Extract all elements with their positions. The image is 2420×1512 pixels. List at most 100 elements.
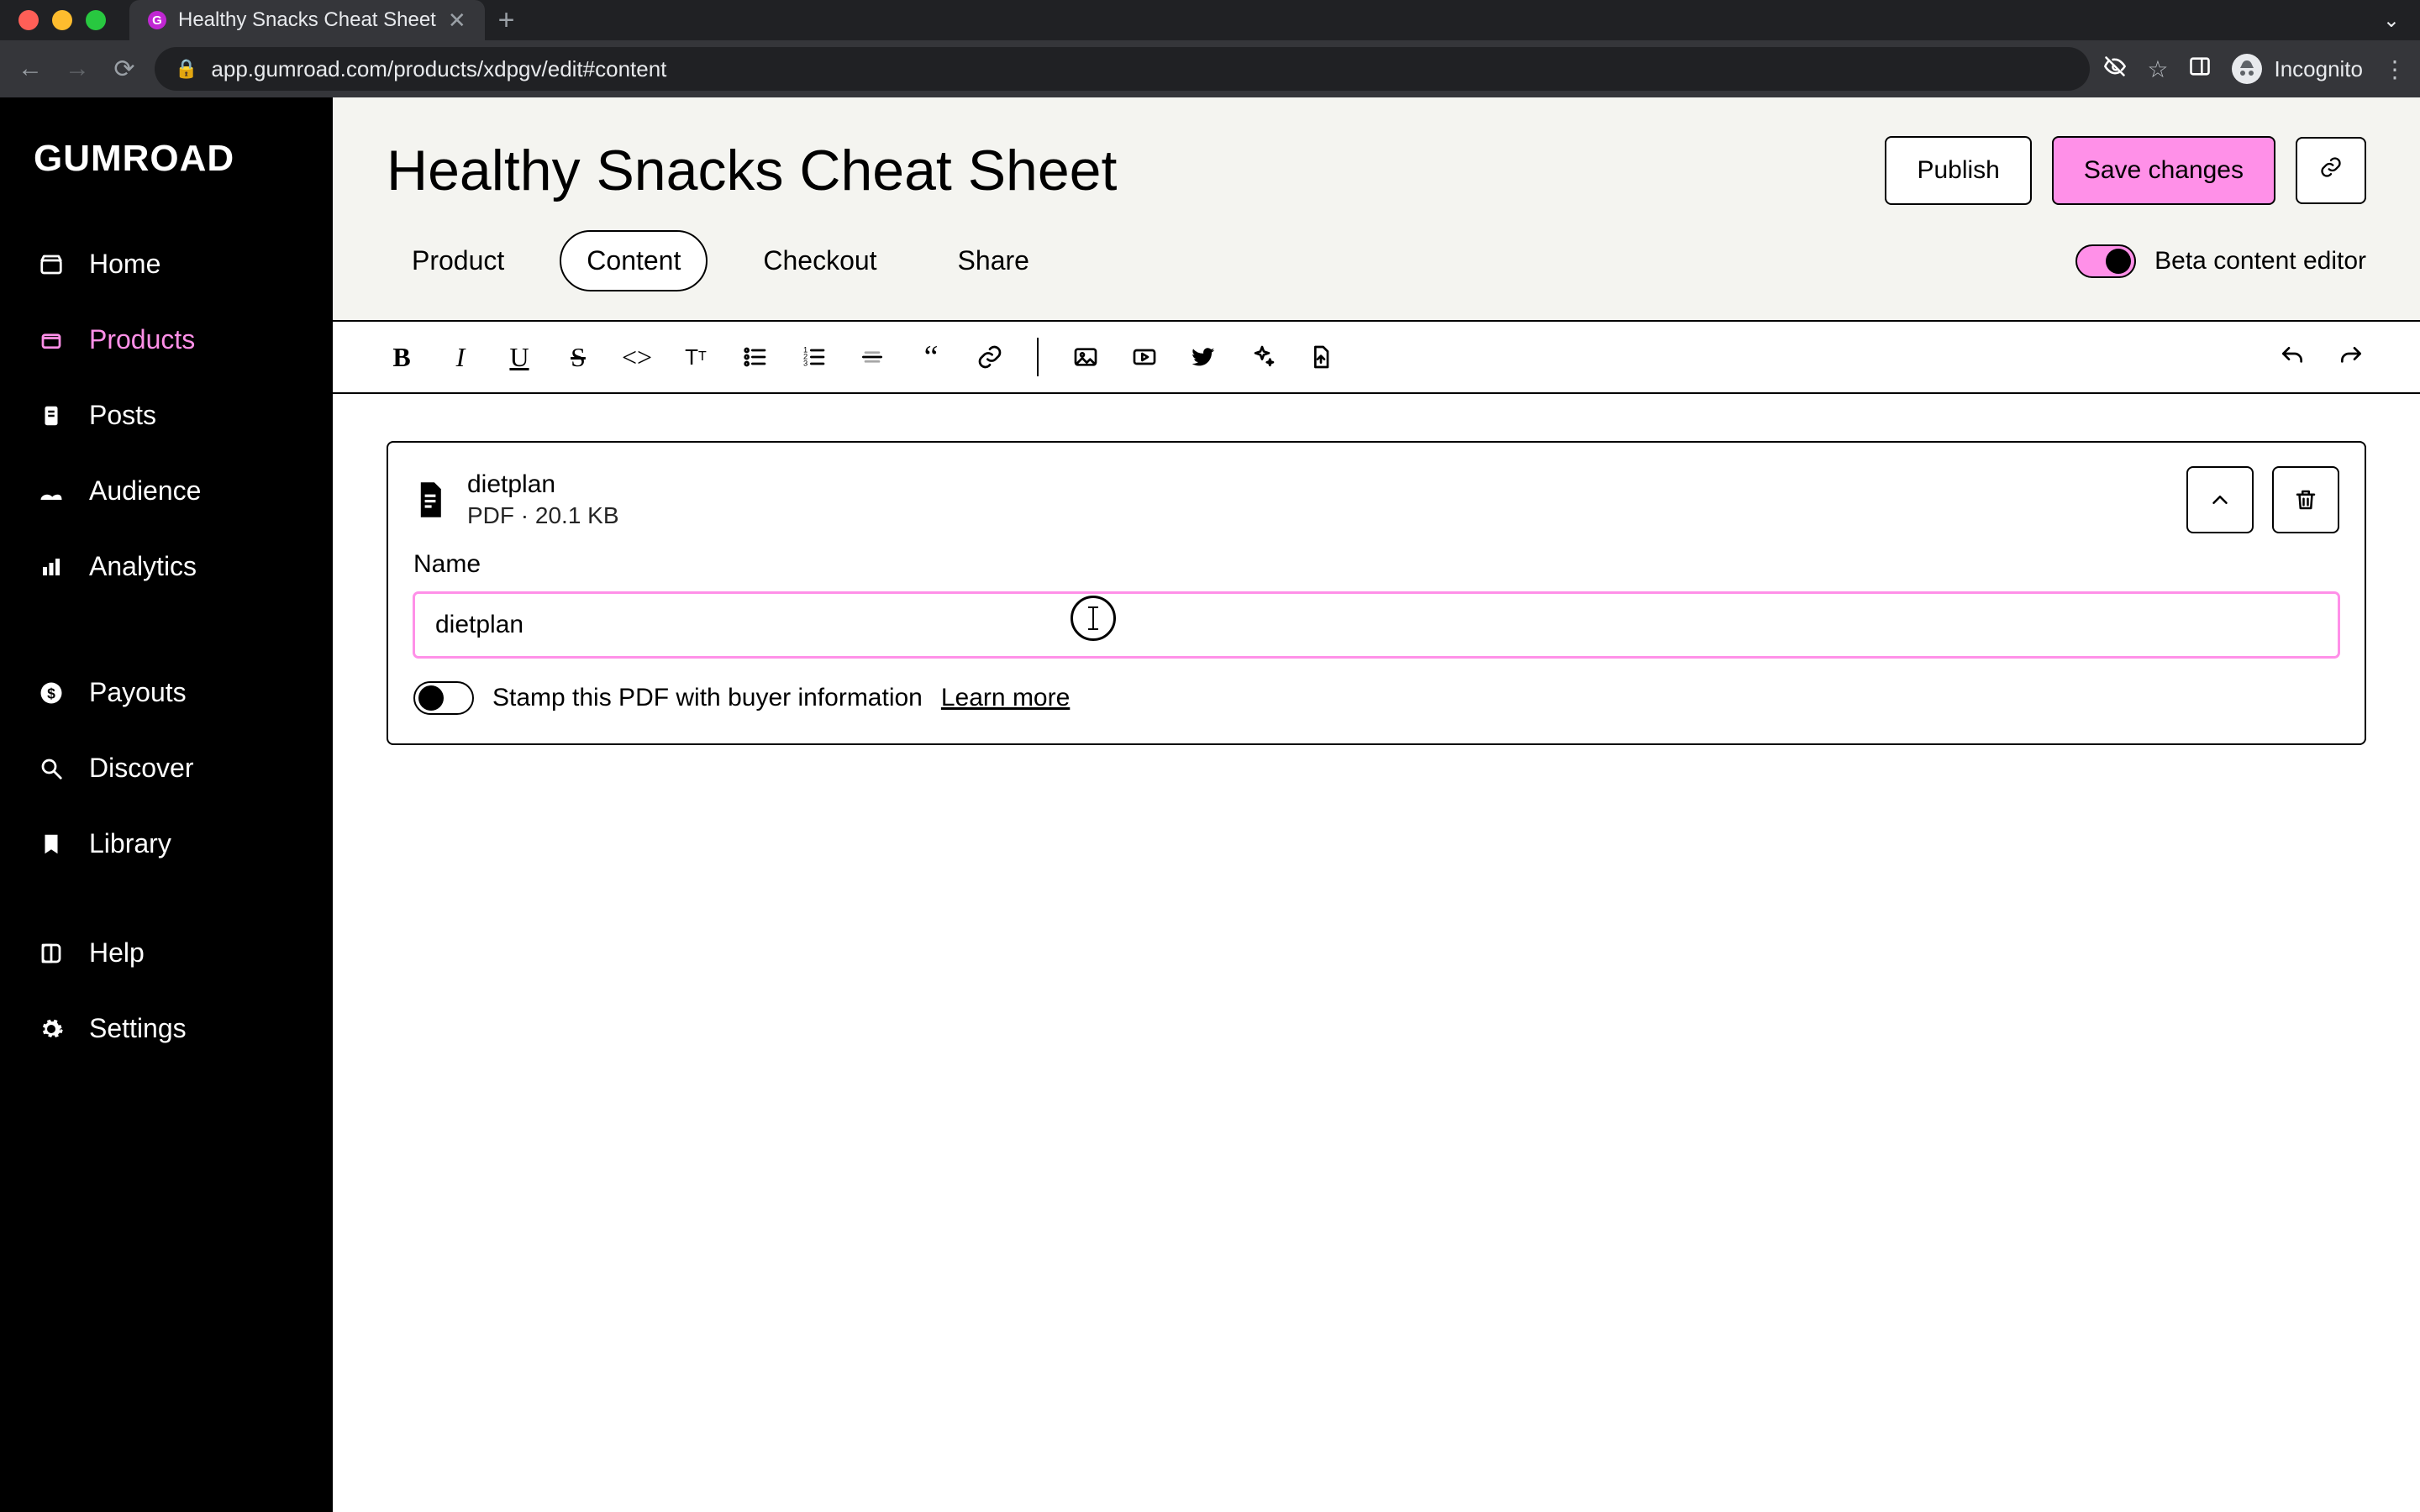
bookmark-icon — [37, 830, 66, 858]
sidebar-item-label: Payouts — [89, 677, 187, 708]
bullet-list-button[interactable] — [736, 339, 773, 375]
sidebar-item-label: Discover — [89, 753, 193, 784]
sidebar: GUMROAD Home Products — [0, 97, 333, 1512]
page-title: Healthy Snacks Cheat Sheet — [387, 138, 1117, 203]
brand-logo[interactable]: GUMROAD — [0, 97, 332, 227]
file-meta: PDF · 20.1 KB — [467, 502, 619, 529]
document-icon — [37, 402, 66, 430]
bold-button[interactable]: B — [383, 339, 420, 375]
window-traffic-lights — [18, 10, 106, 30]
ordered-list-button[interactable]: 123 — [795, 339, 832, 375]
image-button[interactable] — [1067, 339, 1104, 375]
kebab-menu-icon[interactable]: ⋮ — [2383, 55, 2407, 83]
sidebar-item-label: Help — [89, 937, 145, 969]
redo-button[interactable] — [2333, 339, 2370, 375]
side-panel-icon[interactable] — [2188, 55, 2212, 84]
gear-icon — [37, 1015, 66, 1043]
content-tabs-row: Product Content Checkout Share Beta cont… — [333, 230, 2420, 320]
tab-close-icon[interactable]: ✕ — [448, 8, 466, 34]
file-icon — [413, 480, 447, 520]
browser-address-bar: ← → ⟳ 🔒 app.gumroad.com/products/xdpgv/e… — [0, 40, 2420, 97]
delete-button[interactable] — [2272, 466, 2339, 533]
tab-share[interactable]: Share — [933, 232, 1055, 290]
tab-product[interactable]: Product — [387, 232, 529, 290]
italic-button[interactable]: I — [442, 339, 479, 375]
sidebar-item-label: Home — [89, 249, 160, 280]
search-icon — [37, 754, 66, 783]
window-zoom-dot[interactable] — [86, 10, 106, 30]
page-header: Healthy Snacks Cheat Sheet Publish Save … — [333, 97, 2420, 230]
browser-tab-active[interactable]: G Healthy Snacks Cheat Sheet ✕ — [129, 0, 485, 40]
new-tab-button[interactable]: + — [498, 4, 515, 37]
nav-forward-button[interactable]: → — [60, 55, 94, 83]
incognito-icon — [2232, 54, 2262, 84]
sidebar-item-home[interactable]: Home — [0, 227, 332, 302]
sidebar-item-help[interactable]: Help — [0, 916, 332, 991]
sidebar-item-library[interactable]: Library — [0, 806, 332, 882]
sidebar-item-products[interactable]: Products — [0, 302, 332, 378]
sparkle-button[interactable] — [1244, 339, 1281, 375]
learn-more-link[interactable]: Learn more — [941, 684, 1070, 712]
browser-tabstrip: G Healthy Snacks Cheat Sheet ✕ + ⌄ — [0, 0, 2420, 40]
sidebar-item-payouts[interactable]: $ Payouts — [0, 655, 332, 731]
file-name: dietplan — [467, 470, 619, 499]
bookmark-star-icon[interactable]: ☆ — [2147, 55, 2168, 83]
favicon-icon: G — [148, 11, 166, 29]
text-size-button[interactable]: TT — [677, 339, 714, 375]
editor-canvas[interactable]: dietplan PDF · 20.1 KB — [333, 394, 2420, 792]
video-button[interactable] — [1126, 339, 1163, 375]
nav-back-button[interactable]: ← — [13, 55, 47, 83]
nav-reload-button[interactable]: ⟳ — [108, 55, 141, 84]
quote-button[interactable]: “ — [913, 339, 950, 375]
home-icon — [37, 250, 66, 279]
file-upload-button[interactable] — [1302, 339, 1339, 375]
editor-toolbar: B I U S <> TT 123 “ — [333, 322, 2420, 394]
window-close-dot[interactable] — [18, 10, 39, 30]
dollar-icon: $ — [37, 679, 66, 707]
stamp-toggle[interactable] — [413, 681, 474, 715]
beta-editor-label: Beta content editor — [2154, 247, 2366, 276]
sidebar-item-discover[interactable]: Discover — [0, 731, 332, 806]
strikethrough-button[interactable]: S — [560, 339, 597, 375]
eye-off-icon[interactable] — [2103, 55, 2127, 84]
sidebar-item-label: Settings — [89, 1013, 187, 1044]
twitter-button[interactable] — [1185, 339, 1222, 375]
url-bar[interactable]: 🔒 app.gumroad.com/products/xdpgv/edit#co… — [155, 47, 2090, 91]
beta-editor-toggle[interactable] — [2075, 244, 2136, 278]
bar-chart-icon — [37, 553, 66, 581]
svg-text:$: $ — [47, 685, 55, 701]
sidebar-item-analytics[interactable]: Analytics — [0, 529, 332, 605]
stamp-label: Stamp this PDF with buyer information — [492, 684, 923, 712]
incognito-indicator[interactable]: Incognito — [2232, 54, 2363, 84]
svg-text:3: 3 — [803, 360, 808, 368]
sidebar-item-posts[interactable]: Posts — [0, 378, 332, 454]
help-icon — [37, 939, 66, 968]
lock-icon: 🔒 — [175, 58, 197, 80]
sidebar-item-label: Library — [89, 828, 171, 859]
file-block: dietplan PDF · 20.1 KB — [387, 441, 2366, 745]
copy-link-button[interactable] — [2296, 137, 2366, 204]
toolbar-separator — [1037, 338, 1039, 376]
sidebar-item-label: Products — [89, 324, 195, 355]
sidebar-item-label: Posts — [89, 400, 156, 431]
save-changes-button[interactable]: Save changes — [2052, 136, 2275, 205]
name-input[interactable] — [413, 592, 2339, 658]
tab-checkout[interactable]: Checkout — [738, 232, 902, 290]
publish-button[interactable]: Publish — [1885, 136, 2031, 205]
name-field-label: Name — [413, 550, 2339, 579]
users-icon — [37, 477, 66, 506]
undo-button[interactable] — [2274, 339, 2311, 375]
sidebar-item-audience[interactable]: Audience — [0, 454, 332, 529]
hr-button[interactable] — [854, 339, 891, 375]
sidebar-item-settings[interactable]: Settings — [0, 991, 332, 1067]
incognito-label: Incognito — [2274, 56, 2363, 82]
tab-content[interactable]: Content — [560, 230, 708, 291]
window-minimize-dot[interactable] — [52, 10, 72, 30]
collapse-button[interactable] — [2186, 466, 2254, 533]
underline-button[interactable]: U — [501, 339, 538, 375]
url-text: app.gumroad.com/products/xdpgv/edit#cont… — [211, 56, 666, 82]
tab-title: Healthy Snacks Cheat Sheet — [178, 8, 436, 32]
tab-overflow-icon[interactable]: ⌄ — [2383, 8, 2400, 33]
code-button[interactable]: <> — [618, 339, 655, 375]
link-button[interactable] — [971, 339, 1008, 375]
